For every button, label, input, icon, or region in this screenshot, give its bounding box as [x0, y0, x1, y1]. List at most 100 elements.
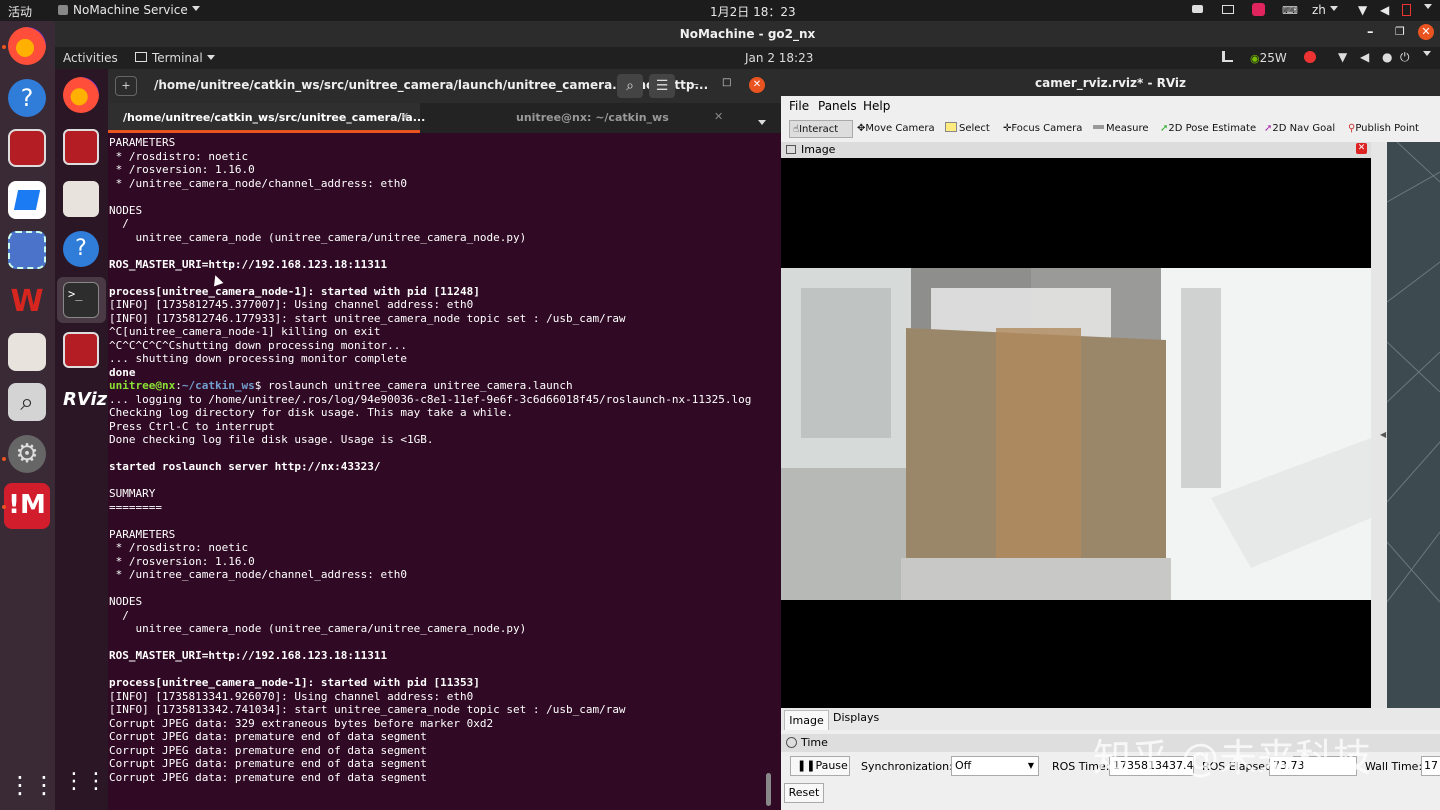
terminal-output[interactable]: PARAMETERS * /rosdistro: noetic * /rosve…	[108, 133, 773, 810]
search-icon[interactable]: ⌕	[617, 74, 643, 98]
power-icon[interactable]: ⏻	[1400, 50, 1410, 65]
camera-image-view[interactable]	[781, 158, 1371, 708]
terminal-line: ... logging to /home/unitree/.ros/log/94…	[109, 393, 752, 406]
wall-time-field[interactable]: 17	[1421, 756, 1440, 776]
tab-displays[interactable]: Displays	[833, 711, 879, 724]
terminal-line: [INFO] [1735812745.377007]: Using channe…	[109, 298, 474, 311]
terminal-line: ========	[109, 501, 162, 514]
tool-focus-camera[interactable]: ✛Focus Camera	[1003, 120, 1082, 138]
record-app-icon[interactable]	[1252, 3, 1265, 16]
language-selector[interactable]: zh	[1312, 3, 1338, 17]
tab-close-icon[interactable]: ✕	[714, 110, 723, 123]
firefox-icon[interactable]	[63, 77, 99, 113]
terminal-line: ... shutting down processing monitor com…	[109, 352, 408, 365]
collapse-arrow-icon[interactable]: ◀	[1380, 430, 1386, 439]
maximize-button[interactable]: □	[722, 77, 731, 88]
host-app-menu[interactable]: NoMachine Service	[58, 3, 200, 17]
input-method-icon[interactable]: ⌨	[1282, 4, 1298, 17]
tool-2d-nav-goal[interactable]: ➚2D Nav Goal	[1264, 120, 1335, 138]
terminal-line: ^C^C^C^C^Cshutting down processing monit…	[109, 339, 408, 352]
terminal-line: /	[109, 217, 129, 230]
tab-list-dropdown[interactable]	[754, 112, 766, 131]
guest-clock[interactable]: Jan 2 18:23	[745, 51, 813, 65]
microphone-icon[interactable]: ●	[1382, 50, 1392, 64]
reset-button[interactable]: Reset	[784, 783, 824, 803]
menu-panels[interactable]: Panels	[818, 99, 857, 113]
settings-gear-icon[interactable]: ⚙	[8, 435, 46, 473]
tool-publish-point[interactable]: ⚲Publish Point	[1348, 120, 1419, 138]
tool-2d-pose-estimate[interactable]: ➚2D Pose Estimate	[1160, 120, 1256, 138]
search-icon[interactable]: ⌕	[8, 383, 46, 421]
no-entry-icon[interactable]	[1304, 51, 1316, 63]
terminal-line: SUMMARY	[109, 487, 156, 500]
screenshot-icon[interactable]	[8, 231, 46, 269]
remote-desktop-icon[interactable]	[63, 129, 99, 165]
nvidia-icon: ◉	[1250, 52, 1260, 65]
terminal-tab-active[interactable]: /home/unitree/catkin_ws/src/unitree_came…	[108, 103, 425, 133]
tool-measure[interactable]: Measure	[1093, 120, 1149, 138]
sync-select[interactable]: Off ▼	[951, 756, 1039, 776]
battery-icon[interactable]	[1402, 4, 1411, 16]
tab-label: unitree@nx: ~/catkin_ws	[516, 111, 669, 124]
lark-icon[interactable]	[8, 181, 46, 219]
chevron-down-icon	[1424, 4, 1432, 9]
terminal-icon[interactable]: >_	[63, 282, 99, 318]
help-icon[interactable]: ?	[8, 79, 46, 117]
wifi-icon[interactable]: ▼	[1358, 3, 1367, 17]
tool-interact[interactable]: ☝Interact	[789, 120, 853, 138]
terminal-line: unitree_camera_node (unitree_camera/unit…	[109, 231, 527, 244]
chevron-down-icon	[758, 120, 766, 125]
prompt-command: roslaunch unitree_camera unitree_camera.…	[261, 379, 573, 392]
terminal-line: ROS_MASTER_URI=http://192.168.123.18:113…	[109, 649, 388, 662]
menu-help[interactable]: Help	[863, 99, 890, 113]
camera-icon[interactable]	[1222, 5, 1234, 14]
host-clock[interactable]: 1月2日 18：23	[710, 3, 796, 20]
terminal-tab[interactable]: unitree@nx: ~/catkin_ws ✕	[420, 103, 730, 133]
nvidia-power-indicator[interactable]: ◉25W	[1250, 51, 1287, 65]
terminal-scrollbar[interactable]	[766, 773, 771, 806]
wps-icon[interactable]: W	[8, 283, 46, 321]
rviz-window: camer_rviz.rviz* - RViz File Panels Help…	[781, 69, 1440, 810]
show-apps-grid-icon[interactable]: ⋮⋮	[63, 764, 107, 800]
terminal-line: unitree_camera_node (unitree_camera/unit…	[109, 622, 527, 635]
volume-icon[interactable]: ◀	[1360, 50, 1369, 64]
image-panel-icon	[786, 145, 796, 154]
minimize-button[interactable]: –	[1367, 25, 1374, 40]
show-apps-grid-icon[interactable]: ⋮⋮	[8, 766, 56, 804]
files-icon[interactable]	[63, 181, 99, 217]
screen-icon[interactable]	[1192, 5, 1203, 13]
splitter-handle[interactable]: ◀	[1371, 142, 1387, 728]
pause-icon: ❚❚	[797, 759, 816, 772]
maximize-button[interactable]: ❐	[1395, 25, 1405, 38]
close-icon[interactable]: ✕	[1356, 143, 1367, 154]
pause-button[interactable]: ❚❚Pause	[790, 756, 850, 776]
files-icon[interactable]	[8, 333, 46, 371]
guest-app-menu[interactable]: Terminal	[135, 51, 215, 65]
hamburger-menu-icon[interactable]: ☰	[649, 74, 675, 98]
remote-desktop-icon[interactable]	[8, 129, 46, 167]
close-button[interactable]: ✕	[1418, 24, 1434, 40]
remote-desktop-icon[interactable]	[63, 332, 99, 368]
nomachine-app-icon[interactable]: !M	[4, 483, 50, 529]
rviz-icon[interactable]: RViz	[63, 382, 107, 418]
firefox-icon[interactable]	[8, 27, 46, 65]
minimize-button[interactable]: –	[693, 77, 699, 91]
terminal-line: ^C[unitree_camera_node-1] killing on exi…	[109, 325, 381, 338]
tab-close-icon[interactable]: ✕	[400, 110, 409, 123]
new-tab-button[interactable]: +	[115, 76, 137, 96]
time-panel-title: Time	[801, 736, 828, 749]
guest-activities-button[interactable]: Activities	[63, 51, 118, 65]
help-icon[interactable]: ?	[63, 231, 99, 267]
volume-icon[interactable]: ◀	[1380, 3, 1389, 17]
tool-move-camera[interactable]: ✥Move Camera	[857, 120, 935, 138]
host-activities-button[interactable]: 活动	[8, 3, 32, 20]
wifi-icon[interactable]: ▼	[1338, 50, 1347, 64]
menu-file[interactable]: File	[789, 99, 809, 113]
close-button[interactable]: ✕	[749, 77, 765, 93]
tab-image[interactable]: Image	[784, 710, 829, 730]
terminal-line: /	[109, 609, 129, 622]
network-stats-icon[interactable]	[1222, 51, 1233, 62]
terminal-line: Corrupt JPEG data: premature end of data…	[109, 771, 427, 784]
tool-select[interactable]: Select	[945, 120, 990, 138]
3d-view[interactable]	[1387, 142, 1440, 728]
